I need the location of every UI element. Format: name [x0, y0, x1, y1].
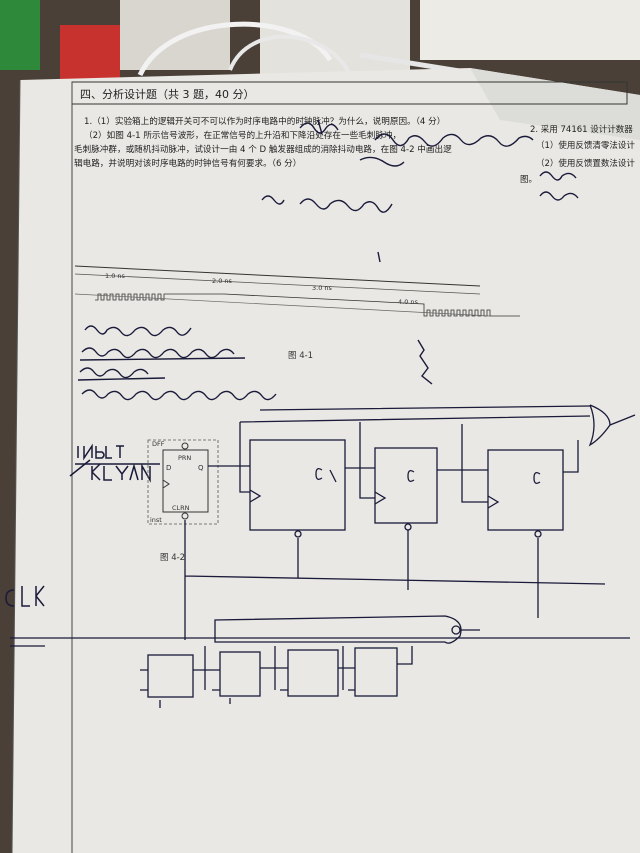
exam-paper [12, 68, 640, 853]
time-label: 1.0 ns [105, 272, 126, 280]
time-label: 3.0 ns [312, 284, 333, 292]
background-paper [120, 0, 230, 70]
section-title: 四、分析设计题（共 3 题，40 分） [80, 87, 254, 101]
q-pin-label: Q [198, 464, 204, 472]
question-2-title: 2. 采用 74161 设计计数器 [530, 124, 633, 135]
question-1-line-2: （2）如图 4-1 所示信号波形，在正常信号的上升沿和下降沿处存在一些毛刺脉冲， [84, 129, 401, 141]
background-sheet [420, 0, 640, 60]
question-1-line-4: 辑电路，并说明对该时序电路的时钟信号有何要求。（6 分） [74, 157, 301, 169]
figure-reference: 图。 [520, 175, 537, 185]
green-object [0, 0, 40, 70]
clrn-label: CLRN [172, 504, 190, 512]
background-document [260, 0, 410, 80]
prn-label: PRN [178, 454, 191, 462]
inst-label: inst [150, 516, 162, 524]
red-box [60, 25, 120, 80]
question-1-line-1: 1.（1）实验箱上的逻辑开关可不可以作为时序电路中的时钟脉冲？为什么，说明原因。… [84, 115, 445, 127]
figure-4-2-label: 图 4-2 [160, 553, 185, 563]
photo-scene: 四、分析设计题（共 3 题，40 分） 1.（1）实验箱上的逻辑开关可不可以作为… [0, 0, 640, 853]
figure-4-1-label: 图 4-1 [288, 351, 313, 361]
time-label: 4.0 ns [398, 298, 419, 306]
question-2-part-2: （2）使用反馈置数法设计 [536, 158, 635, 169]
time-label: 2.0 ns [212, 277, 233, 285]
dff-title: DFF [152, 440, 165, 448]
d-pin-label: D [166, 464, 171, 472]
question-1-line-3: 毛刺脉冲群，或随机抖动脉冲，试设计一由 4 个 D 触发器组成的消除抖动电路，在… [74, 143, 452, 155]
question-2-part-1: （1）使用反馈清零法设计 [536, 140, 635, 151]
